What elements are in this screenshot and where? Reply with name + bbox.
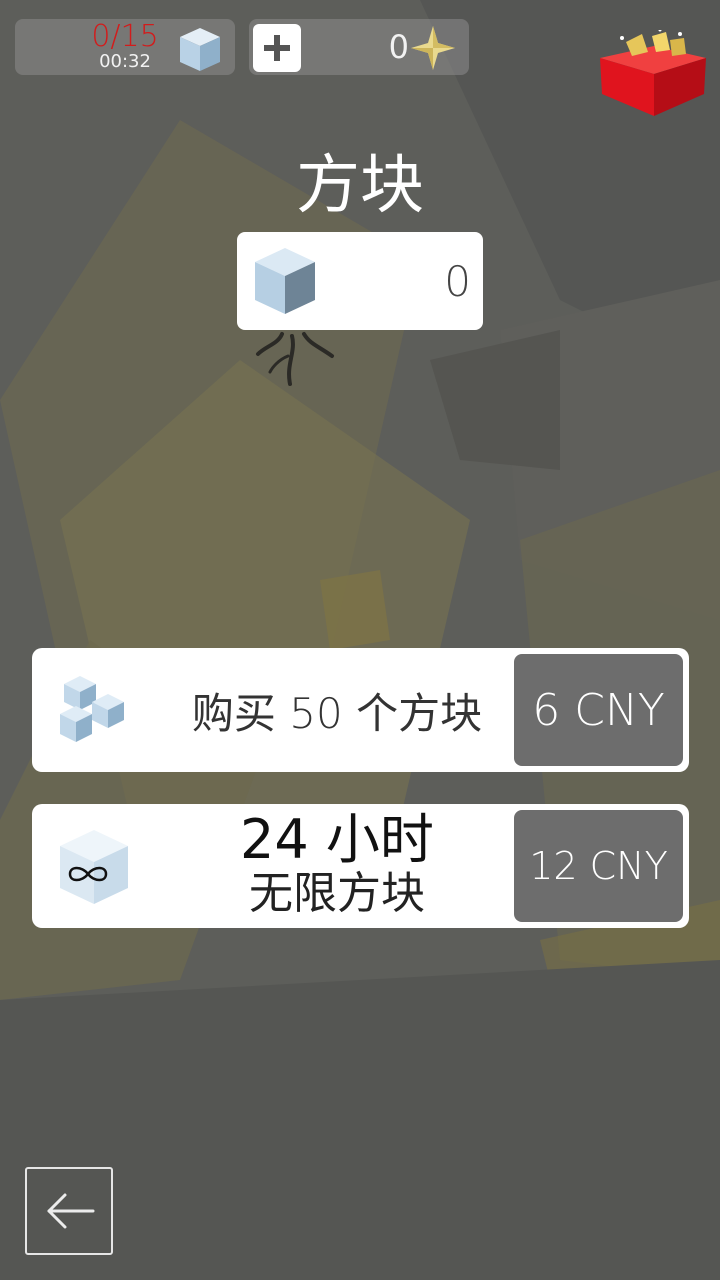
- offer-buy-50-blocks[interactable]: 购买 50 个方块 6 CNY: [32, 648, 689, 772]
- blocks-balance-card: 0: [237, 232, 483, 330]
- offer-unlimited-24h[interactable]: 24 小时 无限方块 12 CNY: [32, 804, 689, 928]
- cube-icon: [255, 248, 315, 314]
- timer: 00:32: [99, 51, 151, 72]
- level-progress-counter: 0/15: [91, 19, 159, 54]
- back-button[interactable]: [25, 1167, 113, 1255]
- blocks-count: 0: [444, 257, 471, 306]
- offer-label: 购买 50 个方块: [191, 688, 483, 738]
- price-button[interactable]: 12 CNY: [514, 810, 683, 922]
- offer-duration: 24 小时: [240, 808, 434, 871]
- cube-icon: [180, 28, 220, 71]
- arrow-left-icon: [47, 1193, 95, 1229]
- page-title: 方块: [296, 149, 424, 223]
- add-stars-button[interactable]: [253, 24, 301, 72]
- cube-stack-icon: [60, 676, 124, 742]
- offer-label: 无限方块: [249, 868, 425, 919]
- stars-count: 0: [388, 28, 409, 66]
- stars-panel: 0: [249, 19, 469, 75]
- price-button[interactable]: 6 CNY: [514, 654, 683, 766]
- star-icon: [411, 26, 455, 70]
- gift-box-icon[interactable]: [596, 30, 712, 118]
- level-progress-panel: 0/15 00:32: [15, 19, 235, 75]
- infinity-cube-icon: [60, 830, 128, 904]
- tendril-decoration: [256, 332, 334, 386]
